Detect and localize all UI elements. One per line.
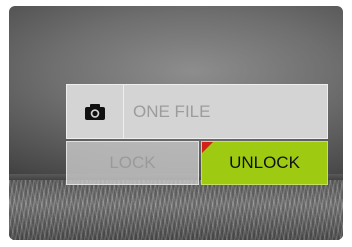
- unlock-button-label: UNLOCK: [229, 153, 300, 172]
- selection-marker-icon: [202, 142, 213, 153]
- menu-header-row: ONE FILE: [66, 84, 328, 139]
- file-scope-label[interactable]: ONE FILE: [133, 85, 210, 138]
- protect-menu: ONE FILE LOCK UNLOCK: [66, 84, 328, 185]
- background-field: [9, 180, 343, 240]
- camera-icon: [85, 103, 105, 120]
- icon-cell: [67, 85, 124, 138]
- camera-lcd-screen: ONE FILE LOCK UNLOCK: [9, 6, 343, 240]
- unlock-button[interactable]: UNLOCK: [201, 141, 328, 185]
- lock-button[interactable]: LOCK: [66, 141, 199, 185]
- menu-options-row: LOCK UNLOCK: [66, 141, 328, 185]
